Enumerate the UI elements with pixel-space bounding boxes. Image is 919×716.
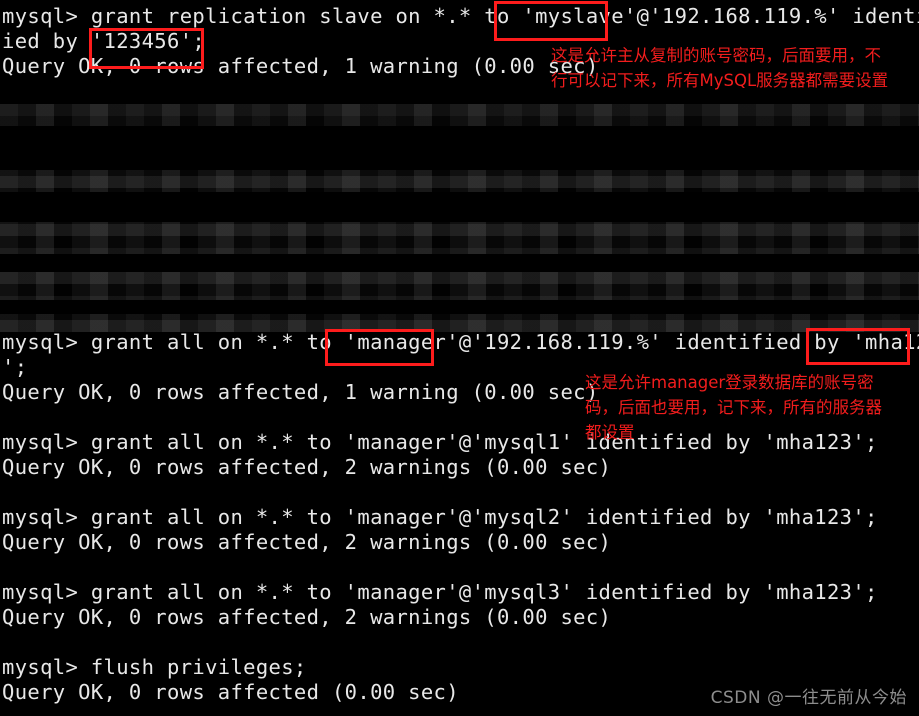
terminal-window[interactable]: mysql> grant replication slave on *.* to… <box>0 0 919 716</box>
console-line: Query OK, 0 rows affected, 1 warning (0.… <box>2 380 599 404</box>
csdn-watermark: CSDN @一往无前从今始 <box>710 688 907 708</box>
annotation-replication-account: 这是允许主从复制的账号密码，后面要用，不 行可以记下来，所有MySQL服务器都需… <box>551 46 889 90</box>
console-line: Query OK, 0 rows affected, 2 warnings (0… <box>2 455 612 479</box>
console-line: Query OK, 0 rows affected, 2 warnings (0… <box>2 530 612 554</box>
console-output: mysql> grant replication slave on *.* to… <box>0 0 919 716</box>
annotation-manager-account: 这是允许manager登录数据库的账号密 码，后面也要用，记下来，所有的服务器 … <box>585 373 882 442</box>
console-line: Query OK, 0 rows affected, 2 warnings (0… <box>2 605 612 629</box>
highlight-mha123 <box>806 328 910 365</box>
console-line: mysql> grant all on *.* to 'manager'@'my… <box>2 505 878 529</box>
highlight-myslave <box>494 1 608 41</box>
highlight-manager <box>325 329 434 366</box>
console-line: mysql> flush privileges; <box>2 655 307 679</box>
console-line: Query OK, 0 rows affected (0.00 sec) <box>2 680 459 704</box>
console-line: mysql> grant replication slave on *.* to… <box>2 4 919 28</box>
console-line: mysql> grant all on *.* to 'manager'@'19… <box>2 330 919 354</box>
highlight-123456 <box>89 28 204 69</box>
console-line: '; <box>2 355 28 379</box>
console-line: mysql> grant all on *.* to 'manager'@'my… <box>2 580 878 604</box>
